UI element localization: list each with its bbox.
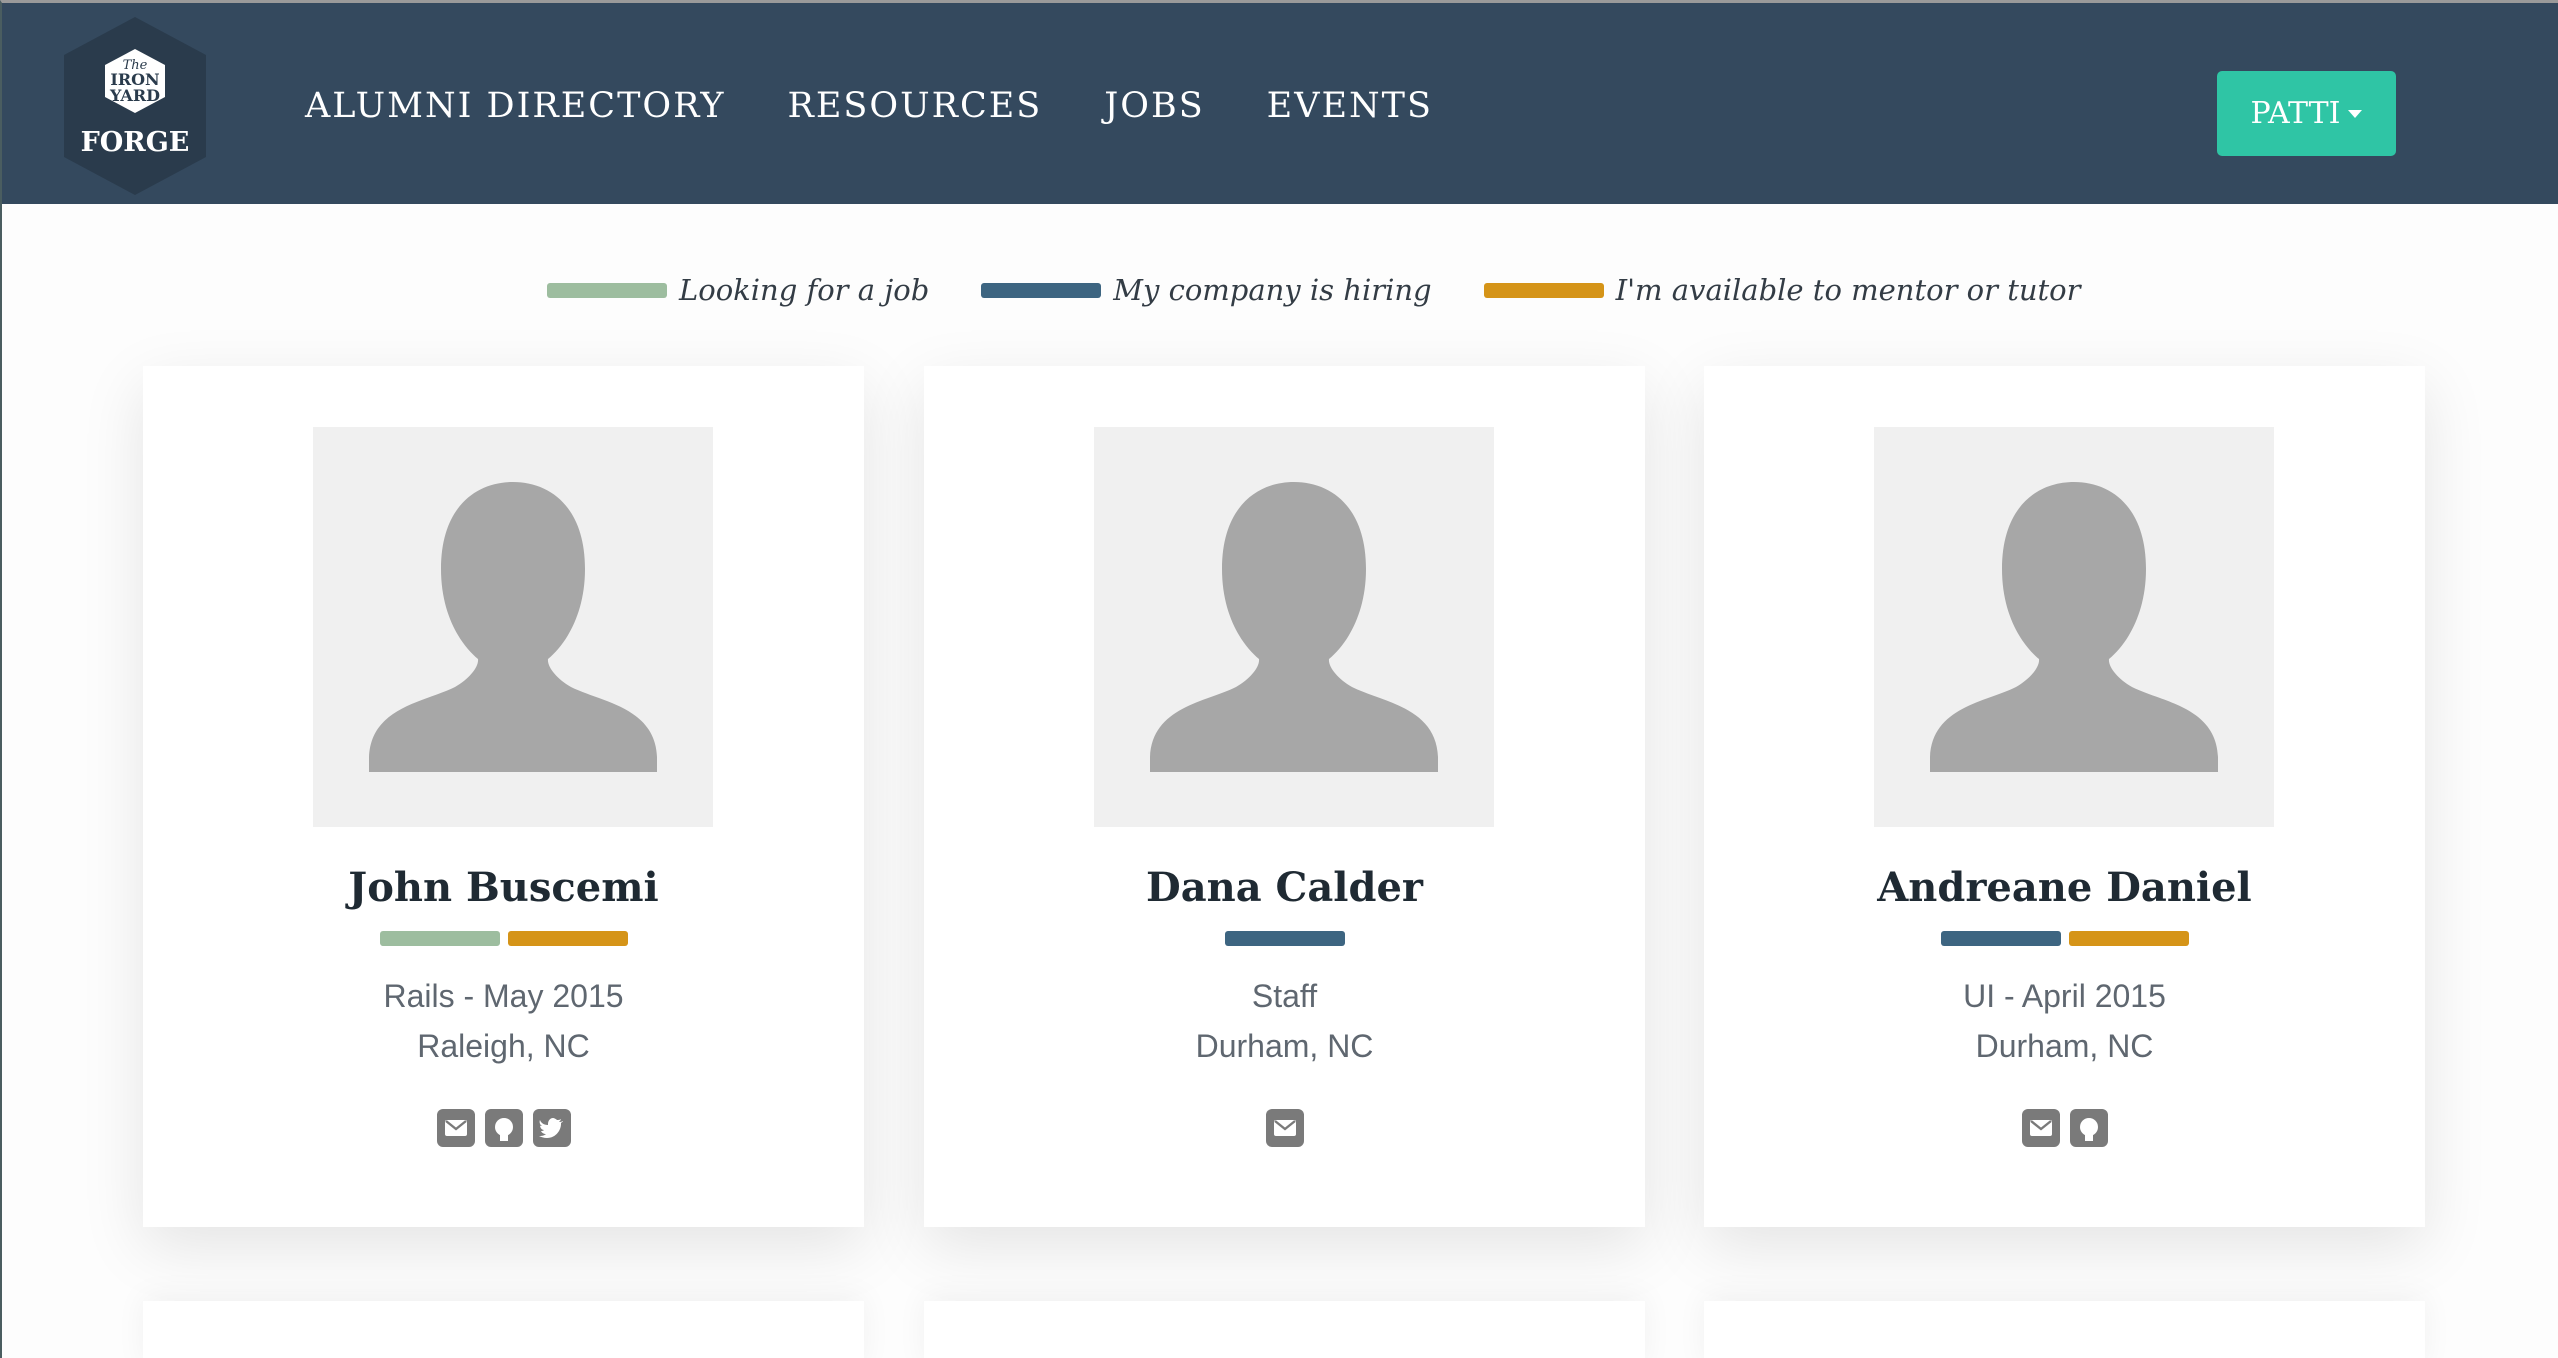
alumni-program: Staff: [1251, 978, 1318, 1014]
user-menu-label: PATTI: [2250, 96, 2341, 131]
alumni-name[interactable]: Dana Calder: [924, 864, 1645, 911]
legend-label: My company is hiring: [1113, 273, 1432, 307]
status-indicators: [924, 931, 1645, 946]
alumni-location: Durham, NC: [1975, 1028, 2154, 1064]
status-mentor-bar: [507, 931, 628, 946]
social-links: [924, 1109, 1645, 1147]
legend-swatch-looking: [547, 282, 667, 298]
email-icon[interactable]: [1265, 1109, 1304, 1147]
nav-events[interactable]: EVENTS: [1267, 81, 1433, 131]
alumni-name[interactable]: Andreane Daniel: [1704, 864, 2425, 911]
default-avatar-icon: [369, 482, 657, 772]
alumni-card-andreane-daniel[interactable]: Andreane Daniel UI - April 2015 Durham, …: [1704, 366, 2425, 1227]
status-hiring-bar: [1224, 931, 1345, 946]
twitter-icon[interactable]: [532, 1109, 571, 1147]
legend-looking-for-job: Looking for a job: [547, 273, 929, 307]
status-legend: Looking for a job My company is hiring I…: [547, 273, 2133, 307]
alumni-card-partial[interactable]: [143, 1301, 864, 1358]
avatar: [313, 427, 713, 827]
alumni-location: Raleigh, NC: [417, 1028, 590, 1064]
status-mentor-bar: [2068, 931, 2189, 946]
status-indicators: [1704, 931, 2425, 946]
top-navbar: The IRON YARD FORGE ALUMNI DIRECTORY RES…: [2, 3, 2558, 204]
user-menu-button[interactable]: PATTI: [2217, 71, 2396, 156]
github-icon[interactable]: [484, 1109, 523, 1147]
main-nav: ALUMNI DIRECTORY RESOURCES JOBS EVENTS: [305, 81, 1495, 131]
legend-swatch-hiring: [981, 282, 1102, 298]
alumni-program: Rails - May 2015: [383, 978, 624, 1014]
status-hiring-bar: [1940, 931, 2061, 946]
legend-company-hiring: My company is hiring: [981, 273, 1432, 307]
alumni-program: UI - April 2015: [1963, 978, 2166, 1014]
alumni-location: Durham, NC: [1195, 1028, 1374, 1064]
alumni-card-partial[interactable]: [924, 1301, 1645, 1358]
nav-alumni-directory[interactable]: ALUMNI DIRECTORY: [305, 81, 726, 131]
avatar: [1094, 427, 1494, 827]
caret-down-icon: [2348, 109, 2363, 118]
legend-label: Looking for a job: [679, 273, 930, 307]
email-icon[interactable]: [2021, 1109, 2060, 1147]
legend-mentor: I'm available to mentor or tutor: [1483, 273, 2081, 307]
alumni-card-john-buscemi[interactable]: John Buscemi Rails - May 2015 Raleigh, N…: [143, 366, 864, 1227]
alumni-name[interactable]: John Buscemi: [143, 864, 864, 911]
default-avatar-icon: [1150, 482, 1438, 772]
status-looking-bar: [379, 931, 500, 946]
github-icon[interactable]: [2069, 1109, 2108, 1147]
legend-label: I'm available to mentor or tutor: [1615, 273, 2081, 307]
default-avatar-icon: [1930, 482, 2218, 772]
nav-resources[interactable]: RESOURCES: [788, 81, 1043, 131]
legend-swatch-mentor: [1483, 282, 1604, 298]
social-links: [143, 1109, 864, 1147]
alumni-card-dana-calder[interactable]: Dana Calder Staff Durham, NC: [924, 366, 1645, 1227]
email-icon[interactable]: [436, 1109, 475, 1147]
svg-text:FORGE: FORGE: [81, 127, 190, 158]
svg-text:YARD: YARD: [109, 86, 160, 105]
social-links: [1704, 1109, 2425, 1147]
nav-jobs[interactable]: JOBS: [1104, 81, 1204, 131]
avatar: [1874, 427, 2274, 827]
status-indicators: [143, 931, 864, 946]
iron-yard-forge-logo[interactable]: The IRON YARD FORGE: [60, 15, 210, 197]
alumni-card-partial[interactable]: [1704, 1301, 2425, 1358]
